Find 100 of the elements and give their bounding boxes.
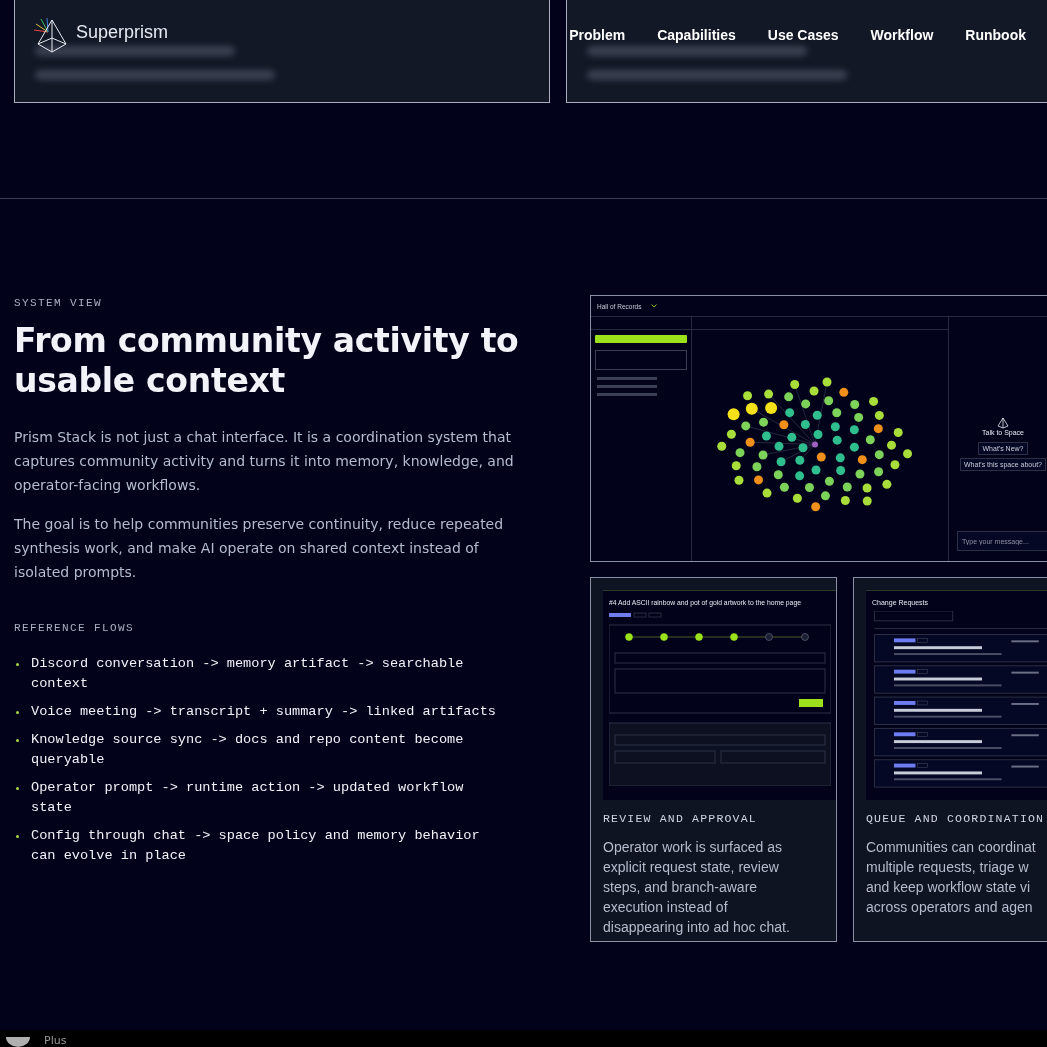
graph-node <box>805 483 814 492</box>
graph-node <box>811 465 821 475</box>
nav-link[interactable]: Use Cases <box>767 27 839 43</box>
graph-node <box>779 482 789 492</box>
flow-item: Knowledge source sync -> docs and repo content become queryable <box>31 731 465 769</box>
bullet-icon <box>16 835 19 838</box>
graph-node <box>857 455 867 465</box>
graph-node <box>869 396 879 406</box>
graph-node <box>745 402 758 415</box>
flow-item: Voice meeting -> transcript + summary -> linked artifacts <box>31 703 497 721</box>
graph-node <box>792 493 802 503</box>
graph-node <box>849 442 859 452</box>
card-caption: REVIEW AND APPROVAL <box>603 812 758 825</box>
graph-node <box>811 502 821 512</box>
nav-link[interactable]: Capabilities <box>657 27 736 43</box>
graph-node <box>849 425 859 435</box>
menu-row[interactable] <box>597 385 657 388</box>
graph-node <box>874 450 884 460</box>
bullet-icon <box>16 711 19 714</box>
card-description: Communities can coordinat multiple requests, triage w and keep workflow state vi across operators and agen <box>866 838 1037 917</box>
graph-node <box>784 392 794 402</box>
graph-node <box>874 410 884 420</box>
graph-node <box>832 408 842 418</box>
graph-node <box>795 471 805 481</box>
graph-node <box>824 396 834 406</box>
graph-node <box>835 453 845 463</box>
bullet-icon <box>16 739 19 742</box>
taskbar-label: Plus <box>44 1035 67 1047</box>
graph-node <box>832 435 842 445</box>
graph-node <box>809 386 819 396</box>
graph-node <box>862 496 872 506</box>
graph-node <box>759 417 769 427</box>
chevron-icon <box>651 304 658 308</box>
graph-node <box>717 441 727 451</box>
bullet-icon <box>16 787 19 790</box>
graph-node <box>774 441 784 451</box>
graph-node <box>887 440 896 450</box>
graph-node <box>842 482 852 492</box>
section-paragraph: Prism Stack is not just a chat interface. It is a coordination system that captures community activity and turns it into memory, knowledge, and operator-facing workflows. <box>14 428 515 495</box>
graph-node <box>743 391 753 401</box>
flow-item: Config through chat -> space policy and memory behavior can evolve in place <box>31 827 481 865</box>
graph-node <box>903 449 913 459</box>
graph-node <box>764 389 774 399</box>
graph-node <box>820 491 830 501</box>
graph-node <box>727 408 740 421</box>
graph-node <box>836 466 846 476</box>
graph-node <box>795 455 805 465</box>
graph-node <box>854 412 864 422</box>
graph-node <box>882 479 892 489</box>
menu-row[interactable] <box>597 377 657 380</box>
section-eyebrow: SYSTEM VIEW <box>14 297 103 309</box>
graph-node <box>839 387 849 397</box>
bullet-icon <box>16 663 19 666</box>
section-title: From community activity to usable context <box>14 321 520 401</box>
graph-node <box>734 475 744 485</box>
brand-name: Superprism <box>76 21 169 43</box>
graph-node <box>865 435 875 445</box>
graph-node <box>830 422 840 432</box>
graph-node <box>726 429 736 439</box>
flow-item: Discord conversation -> memory artifact -> searchable context <box>31 655 465 693</box>
graph-node <box>890 460 900 470</box>
graph-node <box>798 443 808 453</box>
graph-node <box>874 467 884 477</box>
graph-node <box>754 475 763 485</box>
graph-node <box>840 496 850 505</box>
graph-node <box>850 400 860 409</box>
graph-node <box>862 483 872 493</box>
graph-node <box>855 469 865 479</box>
graph-node <box>873 424 883 434</box>
prism-logo-icon <box>997 417 1009 429</box>
card-caption: QUEUE AND COORDINATION <box>866 812 1041 825</box>
graph-node <box>741 421 751 431</box>
graph-node <box>813 430 823 439</box>
graph-node <box>801 399 811 409</box>
add-knowledge-button[interactable] <box>595 335 687 343</box>
graph-node <box>800 419 810 429</box>
graph-node <box>731 461 741 471</box>
graph-node <box>765 402 778 415</box>
graph-node <box>745 437 755 447</box>
graph-node <box>776 457 786 467</box>
graph-node <box>812 441 818 448</box>
nav-link[interactable]: Problem <box>569 27 626 43</box>
card-description: Operator work is surfaced as explicit request state, review steps, and branch-aware execution instead of disappearing into ad hoc chat. <box>603 838 791 937</box>
graph-node <box>812 410 822 420</box>
graph-node <box>752 462 762 472</box>
graph-node <box>790 379 800 389</box>
graph-node <box>787 432 797 442</box>
flow-item: Operator prompt -> runtime action -> updated workflow state <box>31 779 465 817</box>
graph-node <box>893 427 903 437</box>
graph-node <box>735 448 745 458</box>
nav-link[interactable]: Runbook <box>965 27 1026 43</box>
graph-node <box>816 452 826 462</box>
graph-node <box>773 470 783 480</box>
menu-row[interactable] <box>597 393 657 396</box>
graph-node <box>758 450 768 460</box>
nav-link[interactable]: Workflow <box>870 27 934 43</box>
graph-node <box>762 488 772 498</box>
section-paragraph: The goal is to help communities preserve continuity, reduce repeated synthesis work, and make AI operate on shared context instead of isolated prompts. <box>14 515 505 582</box>
graph-node <box>785 408 795 418</box>
graph-node <box>824 476 834 486</box>
